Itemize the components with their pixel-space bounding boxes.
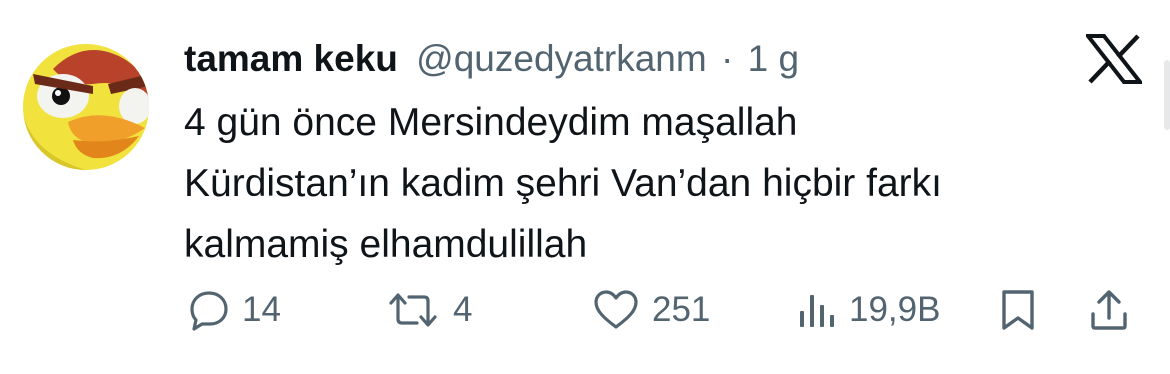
- tweet-card: tamam keku @quzedyatrkanm · 1 g 4 gün ön…: [0, 0, 1170, 374]
- reply-button[interactable]: 14: [188, 280, 281, 340]
- bookmark-button[interactable]: [998, 280, 1038, 340]
- retweet-count: 4: [453, 290, 473, 329]
- scrollbar[interactable]: [1164, 60, 1170, 130]
- views-count: 19,9B: [849, 290, 941, 329]
- tweet-text: 4 gün önce Mersindeydim maşallah Kürdist…: [184, 92, 1084, 275]
- tweet-text-line: Kürdistan’ın kadim şehri Van’dan hiçbir …: [184, 162, 942, 205]
- retweet-icon: [389, 293, 437, 327]
- display-name[interactable]: tamam keku: [184, 38, 398, 79]
- tweet-timestamp[interactable]: 1 g: [748, 38, 799, 79]
- like-button[interactable]: 251: [592, 280, 710, 340]
- x-logo-icon[interactable]: [1083, 34, 1145, 84]
- avatar[interactable]: [23, 44, 149, 170]
- heart-icon: [594, 290, 638, 329]
- share-button[interactable]: [1088, 280, 1130, 340]
- tweet-text-line: kalmamiş elhamdulillah: [184, 223, 588, 266]
- views-button[interactable]: 19,9B: [797, 280, 940, 340]
- user-handle[interactable]: @quzedyatrkanm: [416, 38, 707, 79]
- tweet-actions: 14 4 251 19,9B: [0, 280, 1170, 340]
- tweet-text-line: 4 gün önce Mersindeydim maşallah: [184, 101, 798, 144]
- like-count: 251: [652, 290, 711, 329]
- views-icon: [800, 295, 834, 327]
- share-icon: [1091, 290, 1127, 330]
- tweet-header: tamam keku @quzedyatrkanm · 1 g: [184, 33, 799, 85]
- reply-icon: [190, 291, 228, 331]
- angry-bird-avatar-icon: [23, 44, 149, 170]
- retweet-button[interactable]: 4: [385, 280, 472, 340]
- header-separator: ·: [720, 38, 734, 79]
- reply-count: 14: [242, 290, 281, 329]
- bookmark-icon: [1002, 290, 1034, 330]
